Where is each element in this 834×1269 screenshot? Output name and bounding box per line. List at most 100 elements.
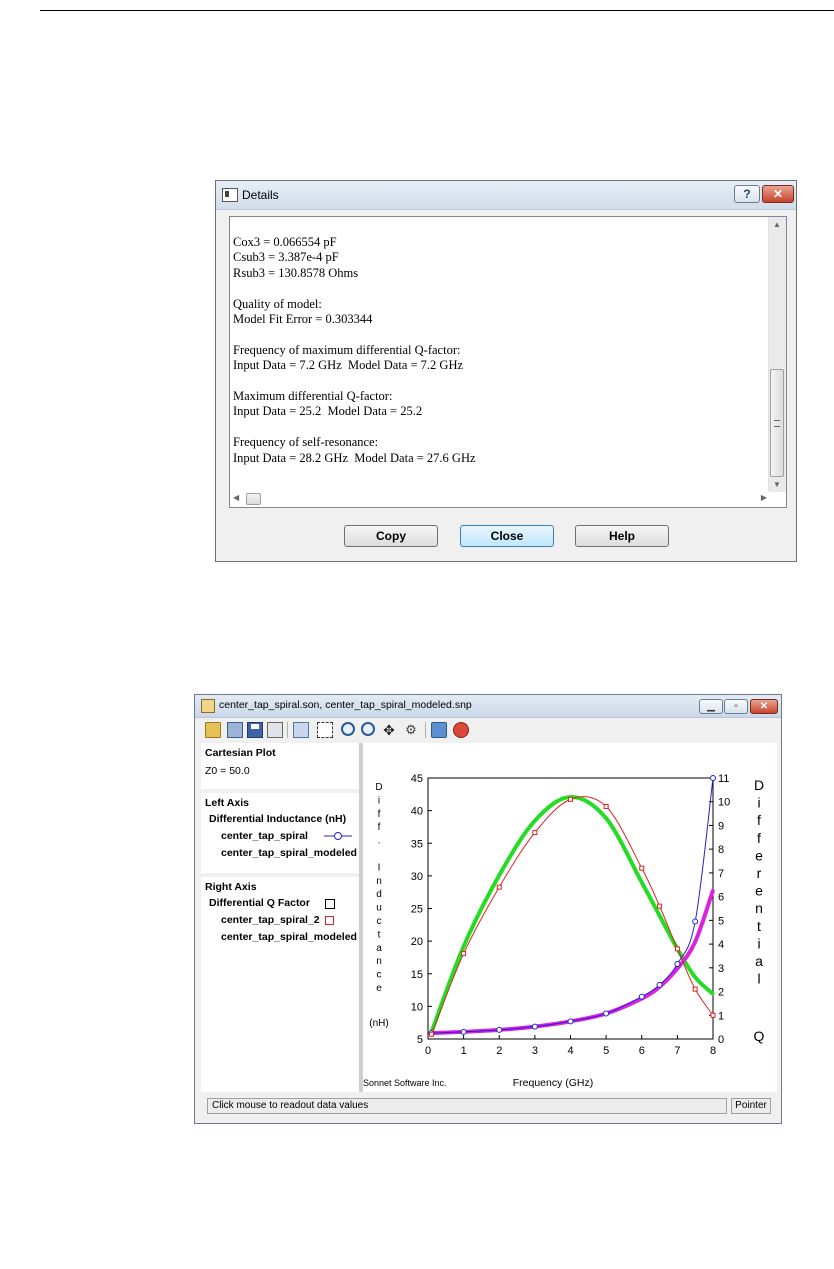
right-axis-square-icon: [325, 899, 335, 909]
close-title-button[interactable]: ✕: [762, 185, 794, 203]
zoom-in-icon[interactable]: [341, 722, 355, 736]
pointer-mode-button[interactable]: Pointer: [731, 1098, 771, 1114]
right-trace-1-marker-icon: [325, 916, 334, 925]
left-trace-2-label[interactable]: center_tap_spiral_modeled: [221, 847, 359, 859]
y-right-label-letter: i: [757, 935, 760, 951]
right-trace-1-label[interactable]: center_tap_spiral_2: [221, 914, 320, 926]
scroll-down-arrow-icon[interactable]: ▼: [773, 480, 781, 489]
y-right-label-letter: f: [757, 812, 761, 828]
series-3-point: [568, 796, 573, 802]
series-2-point: [675, 967, 679, 971]
series-1-point: [638, 993, 645, 1000]
left-trace-1-label[interactable]: center_tap_spiral: [221, 830, 321, 842]
vertical-scroll-thumb[interactable]: [770, 369, 784, 477]
y-right-label-letter: f: [757, 830, 761, 846]
y-right-tick-label: 0: [718, 1034, 724, 1046]
save-icon[interactable]: [247, 722, 263, 738]
stop-icon[interactable]: [453, 722, 469, 738]
refresh-icon[interactable]: [431, 722, 447, 738]
series-1-point: [692, 918, 699, 925]
credit-text: Sonnet Software Inc.: [363, 1078, 447, 1088]
y-right-tick-label: 7: [718, 868, 724, 880]
scroll-right-arrow-icon[interactable]: ▶: [761, 493, 767, 502]
y-right-label-letter: r: [757, 865, 762, 881]
zoom-out-icon[interactable]: [361, 722, 375, 736]
plot-area[interactable]: 0 1 2 3 4 5 6 7 8 5 10 15 20 25 30 35 40 45 0 1 2 3 4 5 6 7 8 9 10 11…: [363, 743, 777, 1092]
select-icon[interactable]: [317, 722, 333, 738]
right-axis-heading: Right Axis: [205, 881, 257, 893]
x-tick-label: 4: [567, 1045, 573, 1057]
y-left-label-letter: a: [376, 943, 382, 954]
y-left-label-letter: n: [376, 876, 382, 887]
series-3-point: [496, 884, 502, 890]
series-line-4: [429, 794, 715, 1033]
x-tick-label: 2: [496, 1045, 502, 1057]
cartesian-section: Cartesian Plot Z0 = 50.0: [201, 743, 359, 789]
dialog-title: Details: [242, 188, 279, 202]
pan-icon[interactable]: ✥: [381, 722, 397, 738]
y-right-tick-label: 2: [718, 987, 724, 999]
help-title-button[interactable]: ?: [734, 185, 760, 203]
y-left-tick-label: 20: [411, 936, 423, 948]
y-left-tick-label: 25: [411, 904, 423, 916]
page-top-rule: [40, 10, 834, 11]
z0-value: Z0 = 50.0: [205, 765, 250, 777]
y-right-tick-label: 11: [718, 773, 729, 785]
y-left-label-letter: e: [376, 983, 382, 994]
close-button[interactable]: Close: [460, 525, 554, 547]
y-right-tick-label: 1: [718, 1010, 724, 1022]
series-1-point: [496, 1026, 503, 1033]
copy-button[interactable]: Copy: [344, 525, 438, 547]
series-2-point: [711, 888, 715, 892]
plot-frame: [427, 777, 714, 1040]
series-1-point: [603, 1010, 610, 1017]
scroll-up-arrow-icon[interactable]: ▲: [773, 220, 781, 229]
maximize-button[interactable]: ▫: [724, 699, 748, 714]
window-close-button[interactable]: ✕: [750, 699, 778, 714]
y-left-label-letter: c: [377, 970, 382, 981]
series-4-point: [711, 992, 715, 996]
y-right-label-letter: n: [755, 900, 763, 916]
y-right-tick-label: 9: [718, 820, 724, 832]
x-tick-label: 7: [674, 1045, 680, 1057]
save-as-icon[interactable]: [227, 722, 243, 738]
y-left-label-letter: i: [378, 795, 380, 806]
y-left-label-letter: c: [377, 916, 382, 927]
y-right-label-letter: a: [755, 953, 763, 969]
y-right-label-letter: e: [755, 883, 763, 899]
series-1-point: [674, 960, 681, 967]
horizontal-scroll-thumb[interactable]: [246, 493, 261, 505]
horizontal-scrollbar[interactable]: ◀ ▶: [230, 491, 770, 507]
right-axis-quantity[interactable]: Differential Q Factor: [209, 897, 310, 909]
details-text-area[interactable]: Cox3 = 0.066554 pF Csub3 = 3.387e-4 pF R…: [229, 216, 787, 508]
series-4-point: [658, 914, 662, 918]
open-icon[interactable]: [205, 722, 221, 738]
x-tick-label: 0: [425, 1045, 431, 1057]
series-line-2: [431, 889, 715, 1036]
left-axis-quantity[interactable]: Differential Inductance (nH): [209, 813, 359, 825]
x-axis-label: Frequency (GHz): [513, 1077, 594, 1089]
series-line-3: [431, 796, 714, 1035]
y-left-label-letter: d: [376, 889, 382, 900]
details-titlebar[interactable]: Details ? ✕: [216, 181, 796, 210]
y-left-label-letter: u: [376, 903, 382, 914]
cartesian-heading: Cartesian Plot: [205, 747, 276, 759]
vertical-scrollbar[interactable]: ▲ ▼: [768, 217, 786, 492]
help-button[interactable]: Help: [575, 525, 669, 547]
print-icon[interactable]: [267, 722, 283, 738]
plot-app-icon: [201, 699, 215, 713]
series-3-point: [603, 803, 609, 809]
y-left-label-letter: f: [378, 822, 381, 833]
copy-icon[interactable]: [293, 722, 309, 738]
y-left-label-letter: n: [376, 956, 382, 967]
settings-icon[interactable]: ⚙: [403, 722, 419, 738]
minimize-button[interactable]: ▁: [699, 699, 723, 714]
plot-titlebar[interactable]: center_tap_spiral.son, center_tap_spiral…: [195, 695, 781, 718]
y-left-label-letter: D: [375, 782, 382, 793]
cartesian-chart[interactable]: 0 1 2 3 4 5 6 7 85101520253035404501234567891011…: [363, 743, 777, 1092]
status-bar: Click mouse to readout data values Point…: [201, 1095, 778, 1117]
x-tick-label: 3: [532, 1045, 538, 1057]
right-trace-2-label[interactable]: center_tap_spiral_modeled: [221, 931, 359, 943]
scroll-left-arrow-icon[interactable]: ◀: [233, 493, 239, 502]
series-4-point: [640, 880, 644, 884]
